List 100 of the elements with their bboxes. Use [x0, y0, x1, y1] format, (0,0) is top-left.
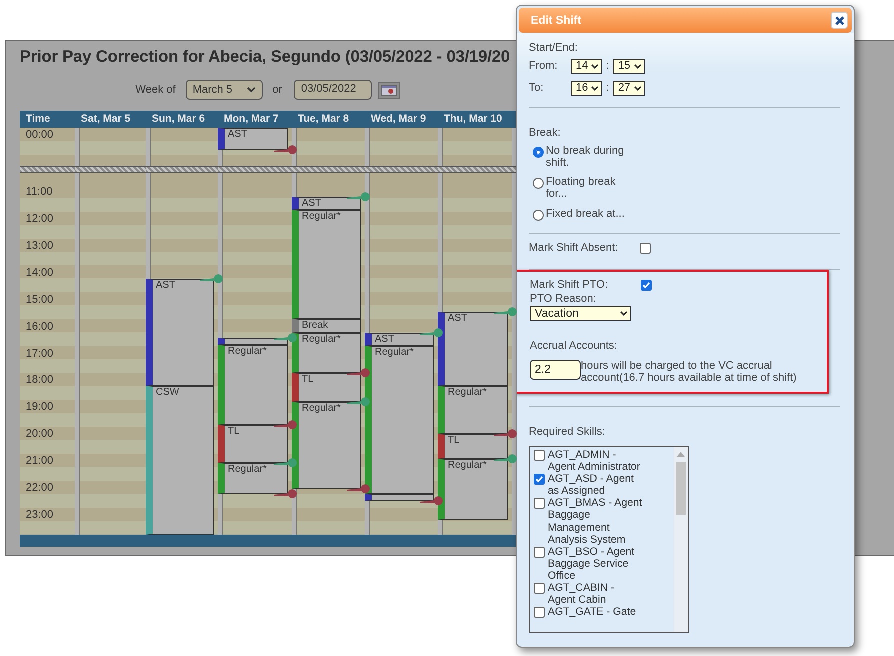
- skills-list[interactable]: AGT_ADMIN - Agent Administrator AGT_ASD - Agent as Assigned AGT_BMAS - Agent Baggage Management Analysis System AGT_BSO - Agent Baggage Service Office AGT_CABIN - Agent Cabin AGT_GATE - Gate: [529, 446, 689, 633]
- shift-block[interactable]: Regular*: [218, 462, 288, 494]
- minute-select[interactable]: 27: [613, 80, 645, 96]
- radio-label: No break during shift.: [546, 145, 626, 169]
- shift-label: CSW: [155, 387, 180, 400]
- hour-label: 22:00: [26, 482, 54, 495]
- shift-label: AST: [301, 198, 322, 210]
- pin-icon[interactable]: [274, 489, 298, 500]
- shift-label: AST: [374, 334, 396, 346]
- checkbox[interactable]: [534, 474, 545, 486]
- shift-block[interactable]: Regular*: [438, 386, 508, 434]
- chevron-icon: [591, 64, 600, 68]
- field-label: To:: [529, 82, 545, 94]
- shift-block[interactable]: Regular*: [292, 210, 361, 320]
- column-header: Mon, Mar 7: [223, 112, 280, 127]
- shift-block[interactable]: [218, 338, 288, 346]
- week-label: Week of: [136, 84, 176, 96]
- minute-select[interactable]: 15: [613, 58, 645, 74]
- hour-label: 21:00: [26, 455, 54, 468]
- hour-label: 14:00: [26, 266, 54, 280]
- field-label: From:: [529, 60, 559, 72]
- shift-label: Regular*: [227, 346, 268, 358]
- hour-select[interactable]: 16: [571, 80, 602, 96]
- shift-label: Regular*: [301, 334, 342, 346]
- shift-block[interactable]: TL: [218, 424, 288, 463]
- pin-icon[interactable]: [274, 420, 298, 430]
- shift-label: AST: [155, 280, 176, 292]
- shift-block[interactable]: CSW: [146, 386, 214, 535]
- shift-block[interactable]: Regular*: [292, 402, 361, 490]
- column-header: Tue, Mar 8: [297, 112, 350, 127]
- date-field[interactable]: 03/05/2022: [294, 80, 372, 100]
- shift-block[interactable]: [365, 494, 434, 502]
- shift-label: TL: [447, 435, 461, 448]
- pin-icon[interactable]: [200, 274, 224, 284]
- pin-icon[interactable]: [420, 328, 444, 338]
- shift-block[interactable]: Regular*: [292, 333, 361, 374]
- shift-block[interactable]: AST: [365, 333, 434, 346]
- shift-block[interactable]: Regular*: [365, 346, 434, 494]
- shift-label: Regular*: [301, 403, 342, 416]
- close-button[interactable]: [831, 12, 848, 29]
- column-header: Thu, Mar 10: [443, 112, 504, 127]
- pin-icon[interactable]: [347, 192, 371, 202]
- shift-block[interactable]: AST: [146, 279, 214, 386]
- chevron-icon: [246, 87, 256, 93]
- shift-block[interactable]: AST: [218, 128, 288, 150]
- chevron-icon: [634, 64, 642, 68]
- radio-button[interactable]: [533, 178, 544, 189]
- hour-label: 17:00: [26, 348, 54, 360]
- calendar-button[interactable]: [378, 82, 400, 98]
- radio-button[interactable]: [533, 147, 544, 158]
- radio-button[interactable]: [533, 210, 544, 221]
- week-select[interactable]: March 5: [186, 80, 263, 100]
- pin-icon[interactable]: [274, 145, 298, 156]
- column-header: Sun, Mar 6: [151, 112, 206, 127]
- time-separator: :: [606, 82, 610, 94]
- field-label: Mark Shift Absent:: [529, 242, 620, 254]
- shift-block[interactable]: AST: [438, 312, 508, 386]
- checkbox[interactable]: [534, 498, 545, 510]
- field-label: PTO Reason:: [530, 293, 598, 306]
- section-label: Break:: [529, 127, 562, 139]
- shift-label: Regular*: [447, 460, 488, 472]
- scroll-thumb[interactable]: [676, 462, 686, 515]
- skill-label: AGT_CABIN - Agent Cabin: [548, 582, 616, 606]
- checkbox[interactable]: [640, 242, 651, 254]
- reason-select[interactable]: Vacation: [530, 306, 631, 321]
- hour-label: 19:00: [26, 401, 54, 414]
- close-icon: [834, 16, 844, 26]
- shift-block[interactable]: TL: [292, 373, 361, 402]
- radio-label: Floating break for...: [546, 176, 617, 200]
- shift-label: Regular*: [447, 387, 488, 400]
- shift-block[interactable]: AST: [292, 197, 361, 210]
- chevron-icon: [634, 86, 642, 90]
- pin-icon[interactable]: [420, 496, 444, 506]
- scrollbar[interactable]: [674, 447, 688, 632]
- column-header: Wed, Mar 9: [370, 112, 428, 127]
- pin-icon[interactable]: [494, 307, 518, 318]
- checkbox[interactable]: [534, 546, 545, 558]
- pin-icon[interactable]: [347, 368, 371, 378]
- hour-label: 11:00: [26, 186, 53, 200]
- shift-label: TL: [301, 374, 315, 386]
- checkbox[interactable]: [534, 583, 545, 594]
- pin-icon[interactable]: [347, 397, 371, 408]
- shift-label: Regular*: [374, 346, 415, 359]
- checkbox[interactable]: [641, 280, 652, 290]
- shift-label: AST: [227, 129, 248, 141]
- shift-block[interactable]: TL: [438, 434, 508, 460]
- hour-select[interactable]: 14: [571, 58, 602, 74]
- skill-label: AGT_GATE - Gate: [548, 606, 638, 618]
- pin-icon[interactable]: [347, 484, 371, 494]
- shift-block[interactable]: Break: [292, 319, 361, 334]
- pin-icon[interactable]: [274, 333, 298, 344]
- hour-label: 23:00: [26, 508, 54, 522]
- pin-icon[interactable]: [494, 454, 518, 464]
- shift-block[interactable]: Regular*: [218, 345, 288, 424]
- shift-block[interactable]: Regular*: [438, 459, 508, 520]
- checkbox[interactable]: [534, 607, 545, 618]
- checkbox[interactable]: [534, 450, 545, 461]
- pin-icon[interactable]: [274, 458, 298, 468]
- hours-field[interactable]: 2.2: [530, 360, 581, 380]
- pin-icon[interactable]: [494, 429, 518, 440]
